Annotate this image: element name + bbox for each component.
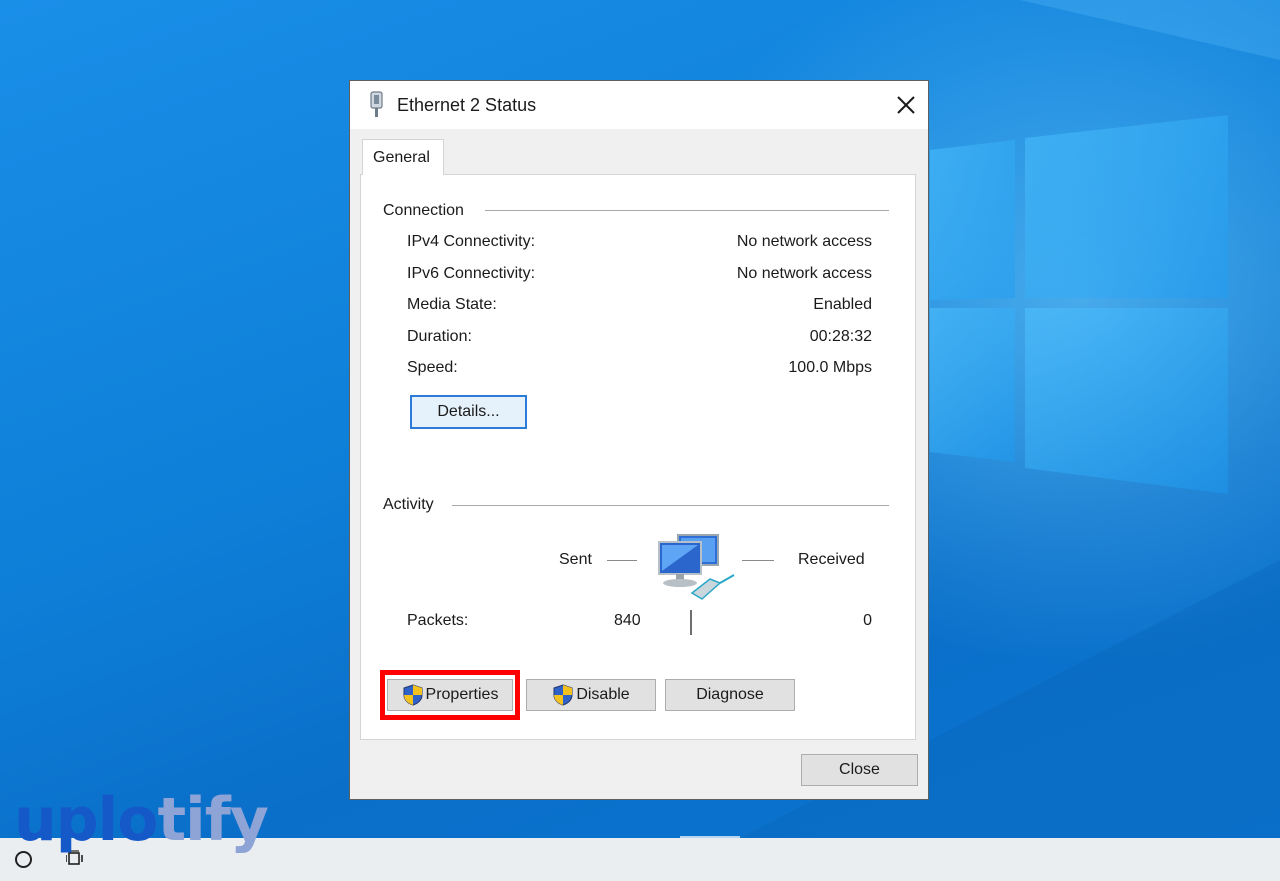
tab-general[interactable]: General — [362, 139, 444, 175]
title-bar[interactable]: Ethernet 2 Status — [350, 81, 928, 129]
packets-received-value: 0 — [863, 612, 872, 629]
connection-heading: Connection — [383, 202, 464, 219]
disable-button[interactable]: Disable — [526, 679, 656, 711]
properties-button-label: Properties — [425, 686, 499, 703]
packets-sent-value: 840 — [614, 612, 641, 629]
sent-line — [607, 560, 637, 561]
tab-general-label: General — [373, 149, 430, 166]
received-line — [742, 560, 774, 561]
ipv6-label: IPv6 Connectivity: — [407, 265, 536, 282]
close-icon[interactable] — [894, 93, 918, 117]
close-button[interactable]: Close — [801, 754, 918, 786]
speed-value: 100.0 Mbps — [788, 359, 872, 376]
ethernet-status-dialog: Ethernet 2 Status General Connection IPv… — [349, 80, 929, 800]
network-adapter-icon — [370, 91, 383, 117]
media-state-value: Enabled — [813, 296, 872, 313]
watermark-part-2: tify — [157, 785, 268, 855]
uac-shield-icon — [402, 684, 424, 706]
activity-divider — [452, 505, 889, 506]
ipv4-value: No network access — [736, 233, 872, 250]
received-label: Received — [798, 551, 865, 568]
uac-shield-icon — [552, 684, 574, 706]
uplotify-watermark: uplotify — [14, 790, 269, 850]
ipv6-value: No network access — [736, 265, 872, 282]
general-panel — [360, 174, 916, 740]
details-button[interactable]: Details... — [410, 395, 527, 429]
packets-label: Packets: — [407, 612, 469, 629]
duration-label: Duration: — [407, 328, 472, 345]
media-state-label: Media State: — [407, 296, 497, 313]
properties-button[interactable]: Properties — [387, 679, 513, 711]
diagnose-button[interactable]: Diagnose — [665, 679, 795, 711]
activity-divider-vertical — [690, 610, 692, 635]
network-computers-icon — [658, 534, 735, 600]
activity-heading: Activity — [383, 496, 434, 513]
ipv4-label: IPv4 Connectivity: — [407, 233, 536, 250]
disable-button-label: Disable — [576, 686, 630, 703]
duration-value: 00:28:32 — [809, 328, 872, 345]
sent-label: Sent — [559, 551, 592, 568]
connection-divider — [485, 210, 889, 211]
speed-label: Speed: — [407, 359, 458, 376]
watermark-part-1: uplo — [14, 785, 158, 855]
dialog-title: Ethernet 2 Status — [397, 95, 537, 115]
